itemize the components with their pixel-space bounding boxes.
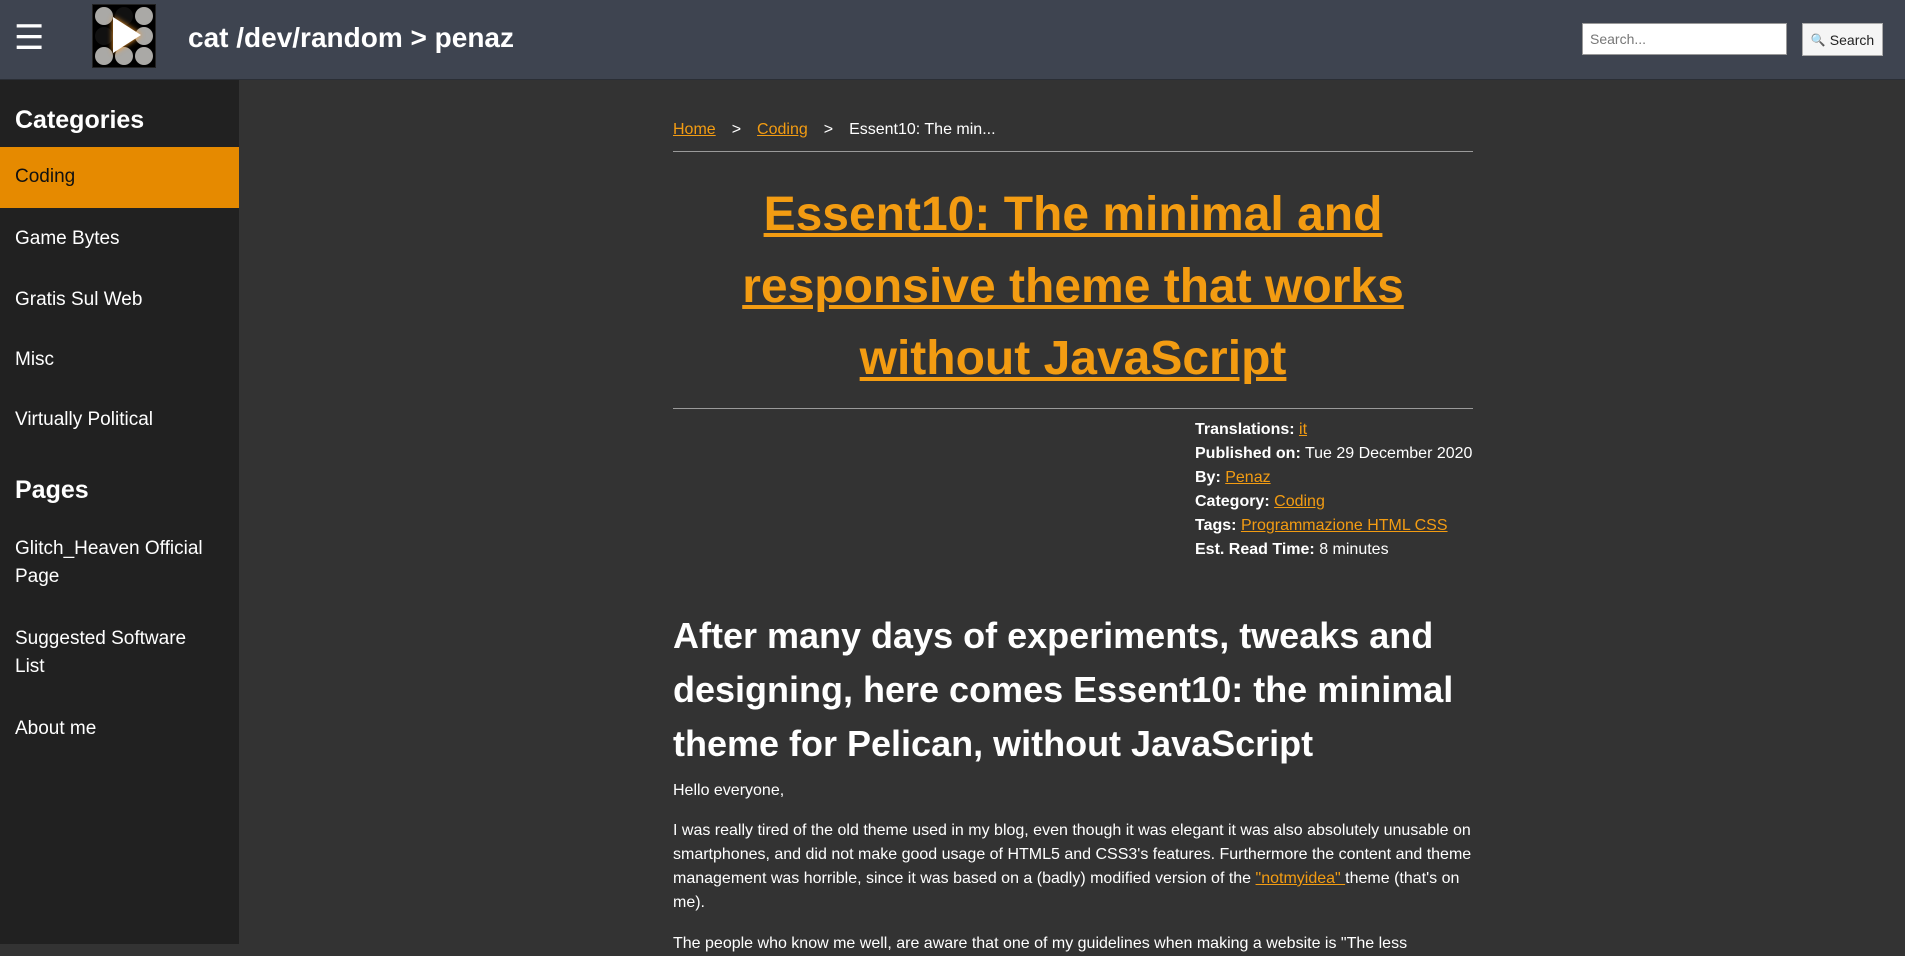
article-meta: Translations: it Published on: Tue 29 De…	[1195, 418, 1485, 562]
breadcrumb-home[interactable]: Home	[673, 121, 716, 138]
meta-label: Tags:	[1195, 517, 1237, 534]
divider	[673, 151, 1473, 152]
article-paragraph: Hello everyone,	[673, 782, 785, 799]
breadcrumb-current: Essent10: The min...	[849, 121, 996, 138]
published-date: Tue 29 December 2020	[1304, 445, 1473, 462]
site-title[interactable]: cat /dev/random > penaz	[188, 22, 514, 54]
logo-dot	[95, 7, 113, 25]
breadcrumb-coding[interactable]: Coding	[757, 121, 808, 138]
search-input[interactable]	[1582, 23, 1787, 55]
search-button-label: Search	[1829, 31, 1875, 48]
breadcrumb-separator: >	[823, 121, 834, 138]
breadcrumb: Home > Coding > Essent10: The min...	[673, 121, 1473, 151]
search-button[interactable]: 🔍 Search	[1802, 23, 1883, 56]
sidebar-item-gratis-sul-web[interactable]: Gratis Sul Web	[0, 286, 239, 314]
meta-label: Category:	[1195, 493, 1270, 510]
article-title-link[interactable]: Essent10: The minimal and responsive the…	[742, 188, 1404, 385]
menu-icon[interactable]: ☰	[14, 18, 44, 58]
read-time: 8 minutes	[1319, 541, 1389, 558]
sidebar-item-about-me[interactable]: About me	[0, 715, 239, 743]
author-link[interactable]: Penaz	[1225, 469, 1270, 486]
meta-label: Est. Read Time:	[1195, 541, 1315, 558]
search-icon: 🔍	[1810, 32, 1826, 47]
tags-link[interactable]: Programmazione HTML CSS	[1241, 517, 1448, 534]
meta-label: Published on:	[1195, 445, 1301, 462]
meta-label: Translations:	[1195, 421, 1295, 438]
meta-label: By:	[1195, 469, 1221, 486]
sidebar-item-virtually-political[interactable]: Virtually Political	[0, 406, 239, 434]
sidebar-item-suggested-software[interactable]: Suggested Software List	[0, 625, 200, 681]
divider	[673, 408, 1473, 409]
sidebar-item-game-bytes[interactable]: Game Bytes	[0, 225, 239, 253]
sidebar-item-misc[interactable]: Misc	[0, 346, 239, 374]
notmyidea-link[interactable]: "notmyidea"	[1256, 870, 1346, 887]
article-paragraph: I was really tired of the old theme used…	[673, 819, 1473, 915]
top-bar: ☰ cat /dev/random > penaz 🔍 Search	[0, 0, 1905, 80]
article-subtitle: After many days of experiments, tweaks a…	[673, 615, 1454, 764]
article-paragraph: The people who know me well, are aware t…	[673, 935, 1408, 952]
breadcrumb-separator: >	[731, 121, 742, 138]
logo-cell	[95, 27, 113, 45]
logo-dot	[95, 47, 113, 65]
category-link[interactable]: Coding	[1274, 493, 1325, 510]
play-icon	[113, 17, 141, 53]
sidebar: Categories Coding Game Bytes Gratis Sul …	[0, 80, 239, 944]
sidebar-item-coding[interactable]: Coding	[0, 147, 239, 208]
translation-link-it[interactable]: it	[1299, 421, 1307, 438]
sidebar-item-glitch-heaven[interactable]: Glitch_Heaven Official Page	[0, 535, 220, 591]
categories-heading: Categories	[15, 106, 145, 134]
site-logo[interactable]	[92, 4, 156, 68]
article-title: Essent10: The minimal and responsive the…	[673, 179, 1473, 395]
pages-heading: Pages	[15, 476, 89, 504]
